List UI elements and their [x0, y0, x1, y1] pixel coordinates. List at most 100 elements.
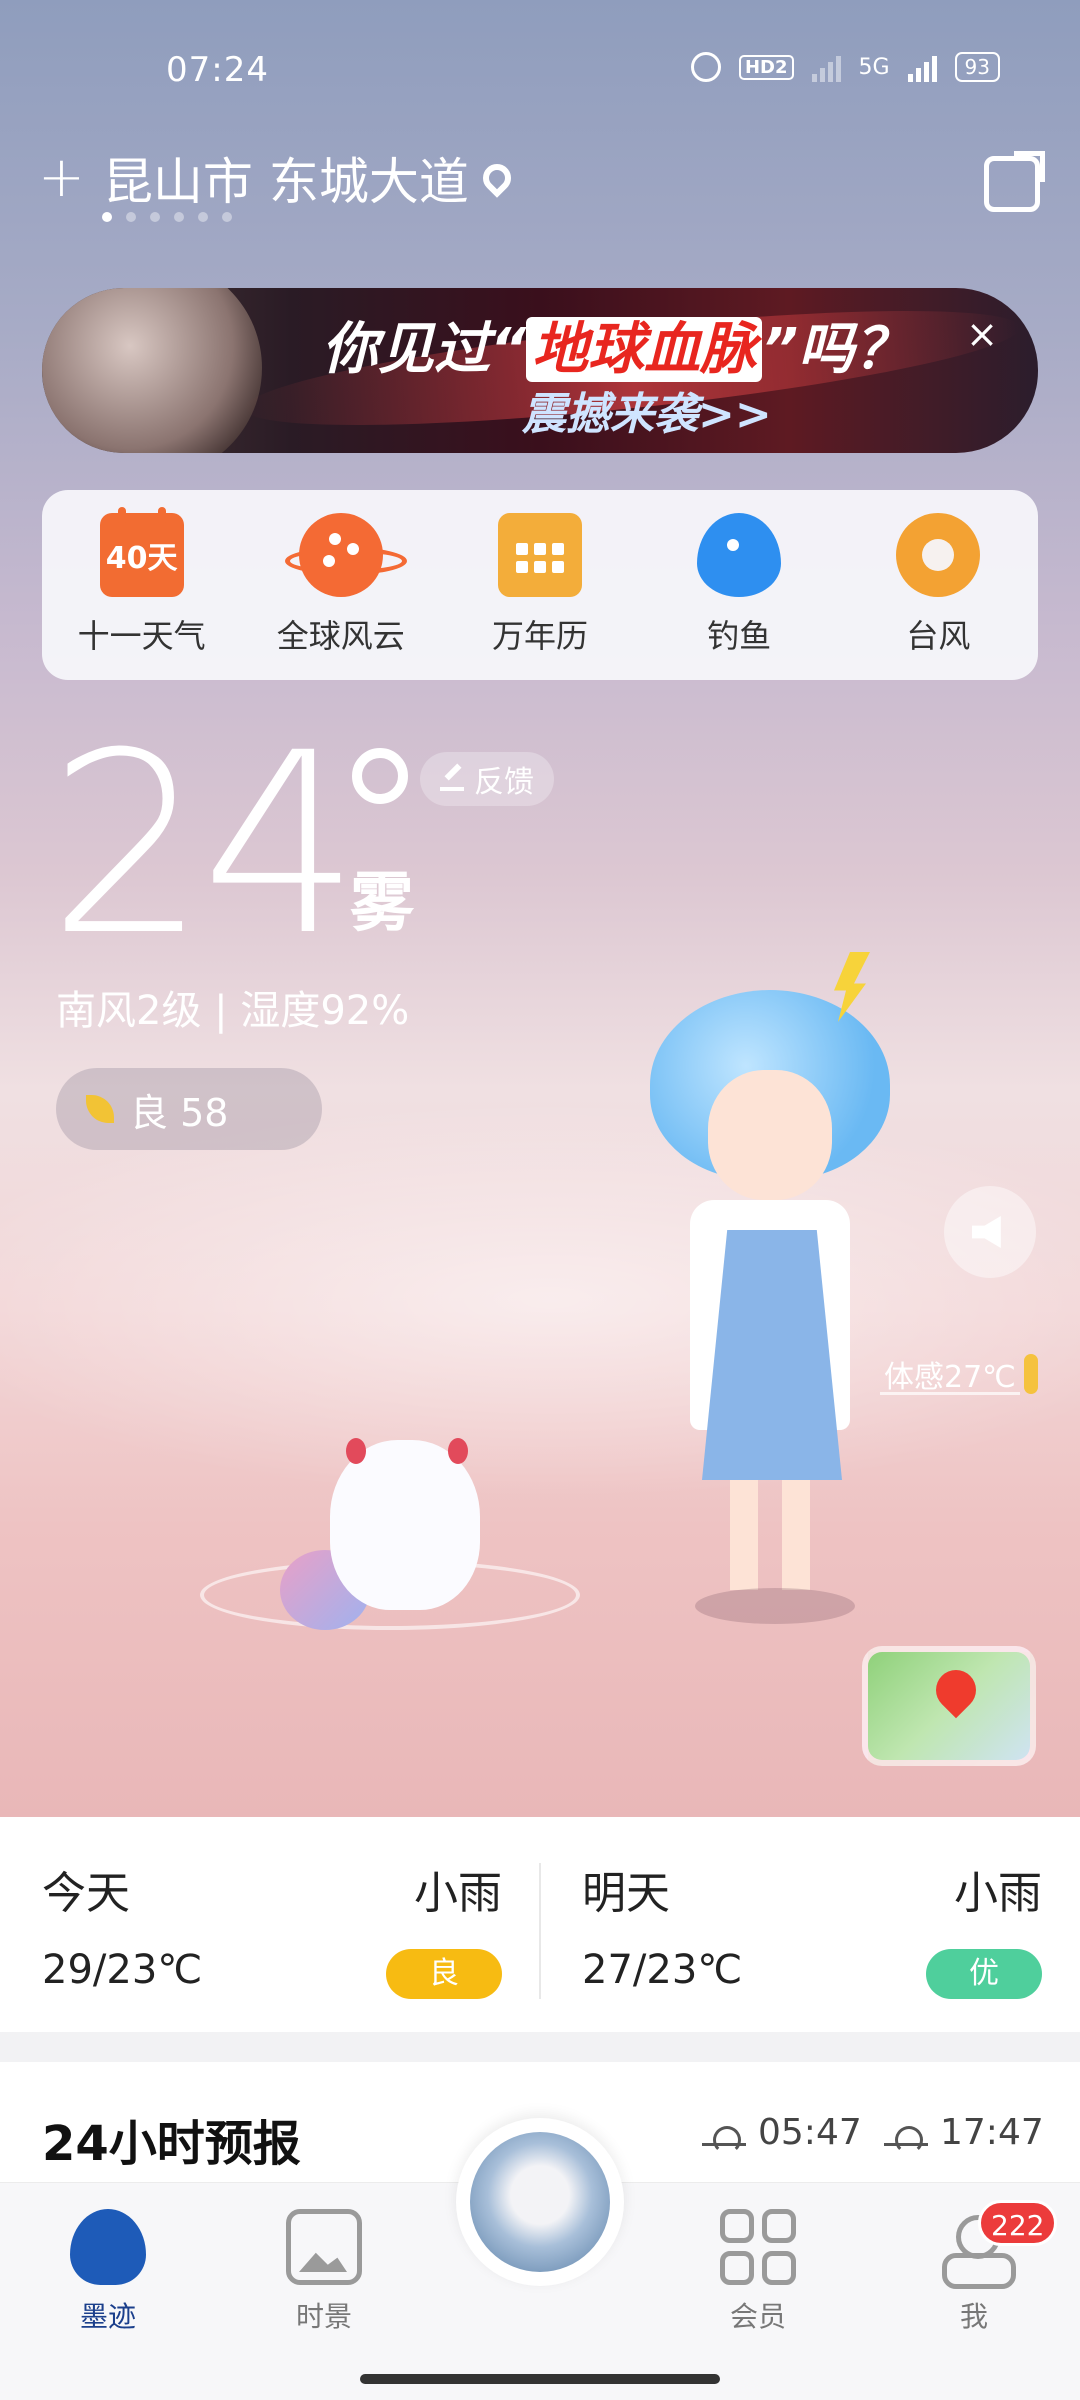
tab-moji[interactable]: 墨迹	[38, 2209, 178, 2335]
banner-headline: 你见过“ 地球血脉 ”吗？	[322, 304, 910, 385]
yeti-horn	[346, 1438, 366, 1464]
background-haze	[0, 1100, 1080, 1500]
signal-icon	[811, 52, 841, 82]
shortcut-label: 全球风云	[276, 617, 405, 655]
feels-like: 体感27℃	[884, 1352, 1038, 1396]
shortcut-label: 万年历	[491, 617, 588, 655]
add-city-button[interactable]: +	[38, 150, 85, 206]
current-condition: 雾	[350, 867, 414, 941]
moji-cloud-icon	[70, 2209, 146, 2285]
alarm-icon	[690, 52, 721, 82]
section-gap	[0, 2032, 1080, 2062]
sunrise-icon	[702, 2120, 746, 2154]
pen-icon	[440, 767, 464, 791]
notification-badge: 222	[978, 2200, 1058, 2246]
forecast-range: 29/23℃	[42, 1947, 203, 1993]
typhoon-icon	[896, 513, 981, 597]
hd-icon: HD2	[738, 54, 794, 80]
forecast-divider	[539, 1863, 541, 1999]
current-temperature: 24	[48, 699, 360, 990]
thermometer-icon	[1023, 1354, 1038, 1394]
network-label: 5G	[858, 54, 890, 80]
calendar-grid-icon	[497, 513, 582, 597]
map-button[interactable]	[862, 1646, 1036, 1766]
tab-label: 我	[959, 2300, 988, 2333]
center-sky-button[interactable]	[456, 2118, 624, 2286]
aqi-value: 良 58	[130, 1090, 229, 1135]
hourly-title: 24小时预报	[42, 2116, 301, 2172]
tab-label: 会员	[729, 2300, 786, 2333]
character-shadow	[695, 1588, 855, 1624]
fish-icon	[697, 513, 782, 597]
weather-hero: 07:24 HD2 5G 93 + 昆山市 东城大道 你见过“ 地球血脉 ”吗？ 震…	[0, 0, 1080, 1817]
aqi-pill[interactable]: 良 58	[56, 1068, 322, 1150]
aqi-badge: 良	[386, 1949, 502, 1999]
forecast-today[interactable]: 今天 小雨 29/23℃ 良	[42, 1817, 502, 2032]
status-icons: HD2 5G 93	[690, 52, 1000, 82]
tab-member[interactable]: 会员	[688, 2209, 828, 2335]
forecast-weather: 小雨	[414, 1868, 502, 1919]
page-dot	[150, 212, 160, 222]
map-pin-icon	[927, 1661, 985, 1719]
forecast-weather: 小雨	[954, 1868, 1042, 1919]
character-face	[708, 1070, 832, 1200]
city-page-indicator	[102, 212, 232, 222]
wind-humidity: 南风2级 | 湿度92%	[56, 988, 410, 1034]
sky-image	[470, 2132, 610, 2272]
sunset: 17:47	[884, 2112, 1044, 2154]
page-dot	[126, 212, 136, 222]
page-dot	[222, 212, 232, 222]
tab-scenery[interactable]: 时景	[254, 2209, 394, 2335]
banner-close-button[interactable]: ×	[966, 312, 998, 356]
banner-highlight: 地球血脉	[526, 317, 763, 382]
banner-suffix: ”吗？	[762, 317, 911, 382]
location-name[interactable]: 昆山市 东城大道	[103, 142, 469, 214]
location-bar[interactable]: + 昆山市 东城大道	[38, 142, 517, 214]
speaker-icon	[972, 1216, 1001, 1248]
shortcut-label: 十一天气	[77, 617, 206, 655]
page-dot	[174, 212, 184, 222]
yeti-body	[330, 1440, 480, 1610]
forecast-day: 今天	[42, 1868, 130, 1919]
shortcut-typhoon[interactable]: 台风	[848, 513, 1028, 657]
home-indicator[interactable]	[360, 2374, 720, 2384]
shortcut-fishing[interactable]: 钓鱼	[649, 513, 829, 657]
tab-label: 墨迹	[79, 2300, 136, 2333]
avatar-character[interactable]	[640, 952, 900, 1640]
banner-subline: 震撼来袭>>	[522, 389, 772, 440]
banner-prefix: 你见过“	[322, 317, 527, 382]
page-dot	[102, 212, 112, 222]
feels-like-line	[880, 1392, 1020, 1395]
aqi-badge: 优	[926, 1949, 1042, 1999]
status-time: 07:24	[166, 50, 269, 90]
photo-icon	[286, 2209, 362, 2285]
battery-icon: 93	[954, 52, 1000, 82]
shortcut-label: 台风	[906, 617, 971, 655]
shortcut-calendar[interactable]: 万年历	[450, 513, 630, 657]
yeti-horn	[448, 1438, 468, 1464]
status-bar: 07:24 HD2 5G 93	[0, 0, 1080, 140]
daily-forecast: 今天 小雨 29/23℃ 良 明天 小雨 27/23℃ 优	[0, 1817, 1080, 2032]
shortcut-global-weather[interactable]: 全球风云	[251, 513, 431, 657]
yeti-mascot	[200, 1410, 580, 1630]
signal-5g-icon	[907, 52, 937, 82]
globe-planet-icon	[284, 513, 407, 597]
feedback-label: 反馈	[474, 765, 534, 800]
sunrise-time: 05:47	[758, 2112, 862, 2153]
promo-banner[interactable]: 你见过“ 地球血脉 ”吗？ 震撼来袭>> ×	[42, 288, 1038, 453]
feedback-button[interactable]: 反馈	[420, 752, 554, 806]
share-icon[interactable]	[984, 151, 1045, 212]
character-legs	[730, 1480, 810, 1590]
tab-label: 时景	[295, 2300, 352, 2333]
forecast-day: 明天	[582, 1868, 670, 1919]
degree-symbol	[352, 748, 408, 804]
forecast-tomorrow[interactable]: 明天 小雨 27/23℃ 优	[582, 1817, 1042, 2032]
voice-broadcast-button[interactable]	[944, 1186, 1036, 1278]
banner-planet-image	[42, 288, 262, 453]
page-dot	[198, 212, 208, 222]
location-pin-icon	[477, 158, 517, 198]
sunrise: 05:47	[702, 2112, 862, 2154]
shortcut-40-day-weather[interactable]: 40天 十一天气	[52, 507, 232, 657]
forecast-range: 27/23℃	[582, 1947, 743, 1993]
sunset-icon	[884, 2120, 928, 2154]
